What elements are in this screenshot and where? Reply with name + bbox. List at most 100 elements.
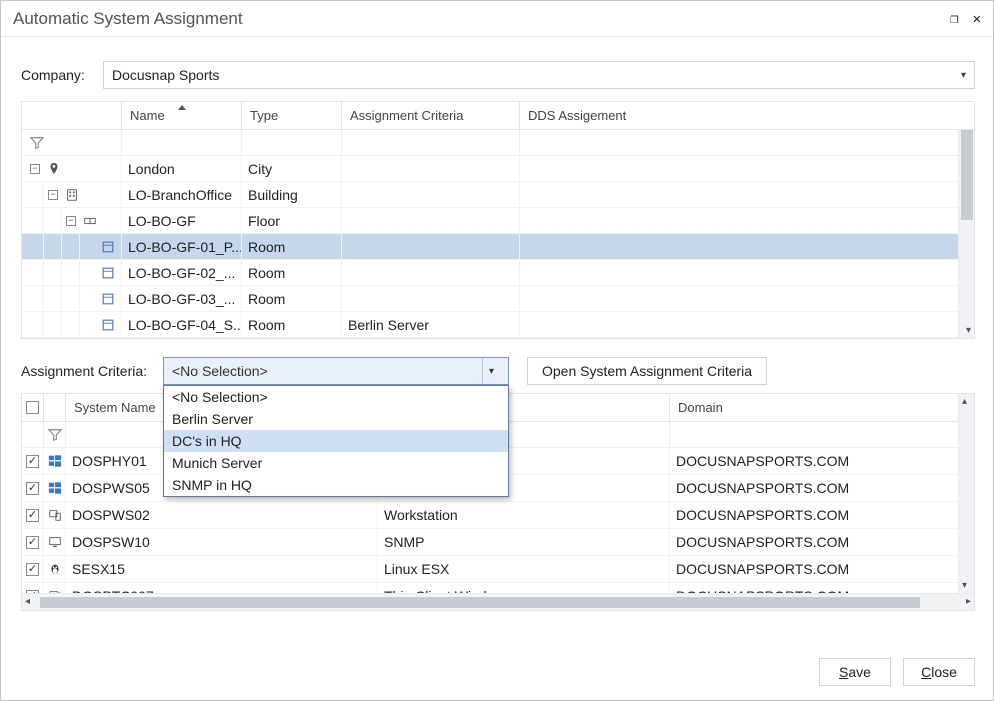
sys-scrollbar-v[interactable]: ▴ ▾ — [958, 394, 974, 593]
tree-cell-dds — [520, 208, 974, 233]
tree-scrollbar[interactable]: ▾ — [958, 130, 974, 338]
collapse-icon[interactable]: − — [66, 216, 76, 226]
sys-cell-check: ✓ — [22, 448, 44, 474]
tree-cell-name: LO-BranchOffice — [122, 182, 242, 207]
checkbox-icon[interactable]: ✓ — [26, 563, 39, 576]
tree-expand-cell — [22, 312, 122, 337]
save-button[interactable]: Save — [819, 658, 891, 686]
tree-cell-dds — [520, 260, 974, 285]
sys-cell-icon — [44, 502, 66, 528]
sys-header-domain[interactable]: Domain — [670, 394, 974, 421]
tree-filter-name[interactable] — [122, 130, 242, 155]
room-icon — [100, 317, 116, 333]
criteria-combo[interactable]: <No Selection> ▾ — [163, 357, 509, 385]
checkbox-icon[interactable]: ✓ — [26, 455, 39, 468]
tree-header-dds[interactable]: DDS Assigement — [520, 102, 974, 129]
sys-cell-check: ✓ — [22, 475, 44, 501]
tree-filter-criteria[interactable] — [342, 130, 520, 155]
tree-header-expand — [22, 102, 122, 129]
criteria-option[interactable]: SNMP in HQ — [164, 474, 508, 496]
tree-filter-icon-cell — [22, 130, 122, 155]
tree-row[interactable]: LO-BO-GF-01_P...Room — [22, 234, 974, 260]
tree-cell-dds — [520, 156, 974, 181]
tree-row[interactable]: LO-BO-GF-02_...Room — [22, 260, 974, 286]
tree-cell-criteria — [342, 234, 520, 259]
tree-expand-cell: − — [22, 156, 122, 181]
tree-header-type[interactable]: Type — [242, 102, 342, 129]
checkbox-icon[interactable]: ✓ — [26, 536, 39, 549]
tree-cell-criteria — [342, 208, 520, 233]
tree-cell-dds — [520, 286, 974, 311]
tree-scroll-thumb[interactable] — [961, 130, 973, 220]
checkbox-icon[interactable]: ✓ — [26, 509, 39, 522]
company-combo[interactable]: Docusnap Sports ▾ — [103, 61, 975, 89]
tree-header-row: Name Type Assignment Criteria DDS Assige… — [22, 102, 974, 130]
scroll-right-icon[interactable]: ▸ — [966, 596, 971, 607]
criteria-option[interactable]: <No Selection> — [164, 386, 508, 408]
tree-header-criteria[interactable]: Assignment Criteria — [342, 102, 520, 129]
sys-cell-type: SNMP — [378, 529, 670, 555]
tree-cell-type: Floor — [242, 208, 342, 233]
tree-expand-cell — [22, 286, 122, 311]
tree-row[interactable]: −LondonCity — [22, 156, 974, 182]
company-label: Company: — [21, 67, 103, 83]
sys-cell-icon — [44, 475, 66, 501]
scroll-down-icon[interactable]: ▾ — [966, 325, 971, 336]
room-icon — [100, 265, 116, 281]
titlebar: Automatic System Assignment ❐ ✕ — [1, 1, 993, 37]
system-row[interactable]: ✓DOSPWS02WorkstationDOCUSNAPSPORTS.COM — [22, 502, 974, 529]
funnel-icon[interactable] — [48, 428, 62, 442]
scroll-left-icon[interactable]: ◂ — [25, 596, 30, 607]
checkbox-icon[interactable]: ✓ — [26, 482, 39, 495]
sys-cell-check: ✓ — [22, 556, 44, 582]
tree-row[interactable]: LO-BO-GF-03_...Room — [22, 286, 974, 312]
footer-buttons: Save Close — [819, 658, 975, 686]
sys-scrollbar-h[interactable]: ◂ ▸ — [22, 593, 974, 610]
sys-cell-name: DOSPWS02 — [66, 502, 378, 528]
maximize-icon[interactable]: ❐ — [950, 11, 958, 27]
tree-body: −LondonCity−LO-BranchOfficeBuilding−LO-B… — [22, 156, 974, 338]
tree-expand-cell: − — [22, 208, 122, 233]
scroll-down-icon[interactable]: ▾ — [962, 580, 967, 591]
sys-header-check[interactable] — [22, 394, 44, 421]
scroll-up-icon[interactable]: ▴ — [962, 396, 967, 407]
sys-cell-domain: DOCUSNAPSPORTS.COM — [670, 448, 974, 474]
close-button[interactable]: Close — [903, 658, 975, 686]
criteria-option[interactable]: DC's in HQ — [164, 430, 508, 452]
sys-filter-domain[interactable] — [670, 422, 974, 447]
close-icon[interactable]: ✕ — [973, 11, 981, 27]
tree-filter-dds[interactable] — [520, 130, 974, 155]
sys-cell-name: SESX15 — [66, 556, 378, 582]
tree-row[interactable]: LO-BO-GF-04_S...RoomBerlin Server — [22, 312, 974, 338]
sys-hscroll-thumb[interactable] — [40, 597, 920, 608]
criteria-option[interactable]: Munich Server — [164, 452, 508, 474]
criteria-label: Assignment Criteria: — [21, 363, 163, 379]
tree-cell-type: Room — [242, 286, 342, 311]
collapse-icon[interactable]: − — [48, 190, 58, 200]
sys-cell-domain: DOCUSNAPSPORTS.COM — [670, 556, 974, 582]
sys-cell-icon — [44, 448, 66, 474]
system-row[interactable]: ✓DOSPSW10SNMPDOCUSNAPSPORTS.COM — [22, 529, 974, 556]
room-icon — [100, 291, 116, 307]
system-row[interactable]: ✓SESX15Linux ESXDOCUSNAPSPORTS.COM — [22, 556, 974, 583]
tree-filter-type[interactable] — [242, 130, 342, 155]
checkbox-icon[interactable] — [26, 401, 39, 414]
sys-cell-type: Workstation — [378, 502, 670, 528]
criteria-option[interactable]: Berlin Server — [164, 408, 508, 430]
criteria-row: Assignment Criteria: <No Selection> ▾ Op… — [21, 357, 975, 385]
collapse-icon[interactable]: − — [30, 164, 40, 174]
tree-cell-dds — [520, 234, 974, 259]
monitor-icon — [48, 535, 62, 549]
building-icon — [64, 187, 80, 203]
tree-header-name[interactable]: Name — [122, 102, 242, 129]
tree-row[interactable]: − LO-BranchOfficeBuilding — [22, 182, 974, 208]
sys-cell-icon — [44, 529, 66, 555]
tree-cell-type: City — [242, 156, 342, 181]
funnel-icon[interactable] — [30, 136, 44, 150]
tree-cell-name: LO-BO-GF — [122, 208, 242, 233]
tree-cell-name: LO-BO-GF-03_... — [122, 286, 242, 311]
open-criteria-button[interactable]: Open System Assignment Criteria — [527, 357, 767, 385]
tree-row[interactable]: − LO-BO-GFFloor — [22, 208, 974, 234]
company-value: Docusnap Sports — [112, 67, 219, 83]
tree-cell-type: Building — [242, 182, 342, 207]
